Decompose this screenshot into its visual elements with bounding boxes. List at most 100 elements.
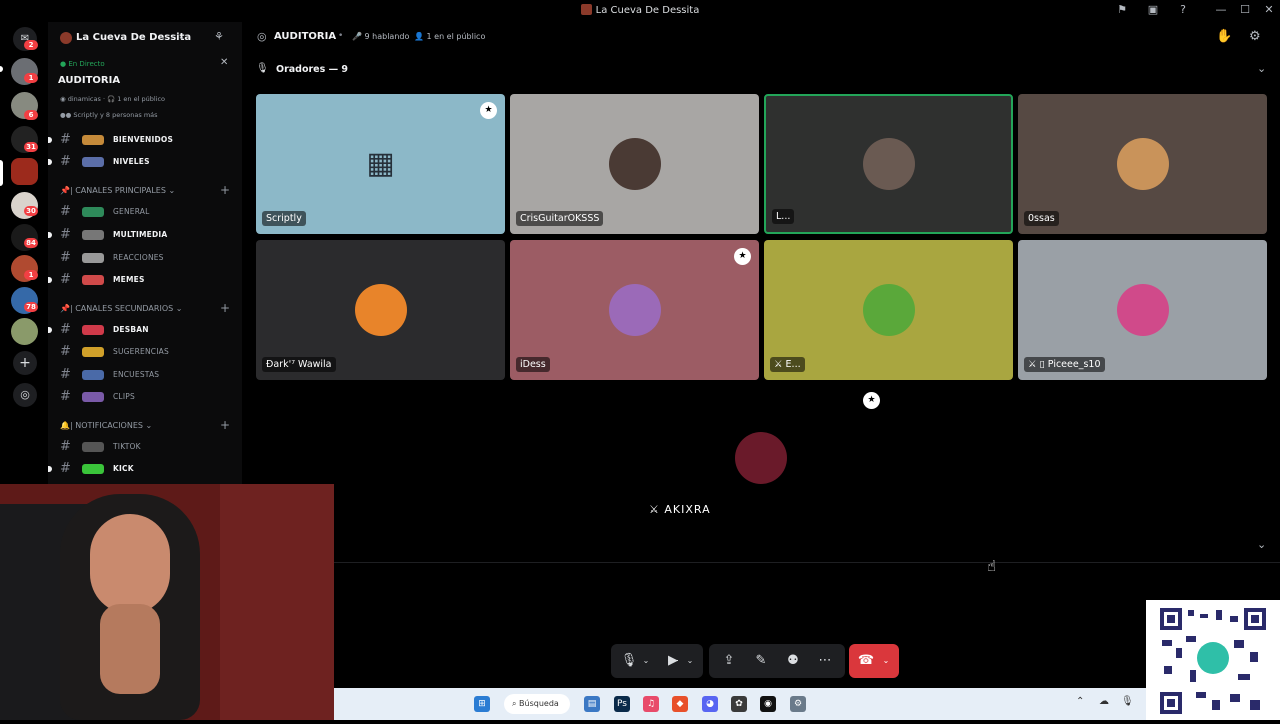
speaker-tile[interactable]: 0ssas (1018, 94, 1267, 234)
title-bar: La Cueva De Dessita ⚑ ▣ ? — ☐ ✕ (0, 0, 1280, 22)
move-to-audience-button[interactable]: ⚉ (783, 644, 803, 678)
microphone-button[interactable]: 🎙 (619, 644, 639, 678)
add-channel-icon[interactable]: + (220, 183, 230, 197)
more-options-button[interactable]: ⋯ (815, 644, 835, 678)
discord-icon[interactable]: ◕ (702, 696, 718, 712)
channel-emoji (82, 135, 104, 145)
hang-up-button[interactable]: ☎ (855, 644, 877, 678)
stage-name: AUDITORIA (274, 31, 337, 42)
collapse-speakers-icon[interactable]: ⌄ (1257, 62, 1266, 75)
channel-niveles[interactable]: # NIVELES (48, 153, 242, 171)
channel-memes[interactable]: # MEMES (48, 271, 242, 289)
window-title: La Cueva De Dessita (595, 5, 700, 16)
qr-code (1146, 600, 1280, 720)
speaker-tile[interactable]: Ɖark'⁷ Wawila (256, 240, 505, 380)
discover-icon[interactable]: ◎ (13, 383, 37, 407)
speaker-tile-speaking[interactable]: L... (764, 94, 1013, 234)
channel-encuestas[interactable]: # ENCUESTAS (48, 366, 242, 384)
cloud-icon[interactable]: ☁ (1099, 696, 1109, 707)
category-notificaciones[interactable]: 🔔| NOTIFICACIONES ⌄ (60, 421, 152, 430)
hash-icon: # (60, 367, 71, 382)
speaker-tile[interactable]: ★ ⚔ AKIXRA (637, 387, 885, 524)
live-stage-name[interactable]: AUDITORIA (58, 75, 120, 86)
speaker-avatar (1116, 138, 1169, 190)
speaker-avatar (354, 284, 407, 336)
notification-badge: 6 (24, 110, 38, 120)
speaking-count: 🎤 9 hablando (352, 32, 410, 41)
speaker-avatar (862, 138, 915, 190)
channel-kick[interactable]: # KICK (48, 460, 242, 478)
speaker-tile[interactable]: ▦ ★ Scriptly (256, 94, 505, 234)
invite-icon[interactable]: ⚘ (214, 30, 224, 43)
speaker-name: Ɖark'⁷ Wawila (262, 357, 336, 372)
wardrobe (220, 484, 334, 720)
activities-button[interactable]: ✎ (751, 644, 771, 678)
minimize-button[interactable]: — (1211, 2, 1231, 18)
brave-icon[interactable]: ◆ (672, 696, 688, 712)
speaker-tile[interactable]: ⚔ E... (764, 240, 1013, 380)
tray-chevron-icon[interactable]: ⌃ (1076, 696, 1084, 707)
channel-reacciones[interactable]: # REACCIONES (48, 249, 242, 267)
help-icon[interactable]: ? (1176, 3, 1190, 17)
music-icon[interactable]: ♫ (643, 696, 659, 712)
close-icon[interactable]: ✕ (220, 57, 228, 68)
speaker-name: CrisGuitarOKSSS (516, 211, 604, 226)
channel-bienvenidos[interactable]: # BIENVENIDOS (48, 131, 242, 149)
windows-start-icon[interactable]: ⊞ (474, 696, 490, 712)
stage-info-line: ◉ dinamicas · 🎧 1 en el público (60, 95, 166, 103)
chevron-down-icon[interactable]: ⌄ (178, 32, 185, 41)
speakers-header: Oradores — 9 (276, 64, 349, 75)
person-hand (100, 604, 160, 694)
tray-mic-icon[interactable]: 🎙 (1121, 696, 1134, 707)
camera-button[interactable]: ▶ (663, 644, 683, 678)
app-icon[interactable]: ✿ (731, 696, 747, 712)
unread-dot (48, 327, 52, 333)
emoji-icon: ⚔ (649, 503, 665, 516)
category-canales-principales[interactable]: 📌| CANALES PRINCIPALES ⌄ (60, 186, 175, 195)
server-name[interactable]: La Cueva De Dessita (76, 32, 191, 43)
channel-general[interactable]: # GENERAL (48, 203, 242, 221)
speaker-tile[interactable]: ★ iDess (510, 240, 759, 380)
stage-participants-line: ●● Scriptly y 8 personas más (60, 111, 158, 119)
speaker-tile[interactable]: ⚔ ▯ Piceee_s10 (1018, 240, 1267, 380)
speaker-name: 0ssas (1024, 211, 1059, 226)
add-server-icon[interactable]: + (13, 351, 37, 375)
unread-dot (48, 277, 52, 283)
speaker-avatar (735, 431, 787, 484)
taskbar-search[interactable]: ⌕ Búsqueda (504, 694, 570, 714)
channel-clips[interactable]: # CLIPS (48, 388, 242, 406)
raise-hand-icon[interactable]: ✋ (1216, 29, 1232, 44)
category-canales-secundarios[interactable]: 📌| CANALES SECUNDARIOS ⌄ (60, 304, 182, 313)
channel-emoji (82, 392, 104, 402)
channel-multimedia[interactable]: # MULTIMEDIA (48, 226, 242, 244)
settings-icon[interactable]: ⚙ (790, 696, 806, 712)
add-channel-icon[interactable]: + (220, 418, 230, 432)
channel-sugerencias[interactable]: # SUGERENCIAS (48, 343, 242, 361)
channel-desban[interactable]: # DESBAN (48, 321, 242, 339)
moderator-badge-icon: ★ (480, 102, 497, 119)
speaker-tile[interactable]: CrisGuitarOKSSS (510, 94, 759, 234)
leave-options[interactable]: ⌄ (879, 644, 893, 678)
collapse-audience-icon[interactable]: ⌄ (1257, 538, 1266, 551)
flag-icon[interactable]: ⚑ (1115, 3, 1129, 17)
channel-emoji (82, 253, 104, 263)
notification-badge: 78 (24, 302, 38, 312)
stage-settings-icon[interactable]: ⚙ (1249, 29, 1261, 44)
camera-options[interactable]: ⌄ (683, 644, 697, 678)
close-window-button[interactable]: ✕ (1259, 2, 1279, 18)
channel-emoji (82, 442, 104, 452)
channel-tiktok[interactable]: # TIKTOK (48, 438, 242, 456)
add-channel-icon[interactable]: + (220, 301, 230, 315)
obs-icon[interactable]: ◉ (760, 696, 776, 712)
hash-icon: # (60, 322, 71, 337)
maximize-button[interactable]: ☐ (1235, 2, 1255, 18)
server-icon-active[interactable] (11, 158, 38, 185)
photoshop-icon[interactable]: Ps (614, 696, 630, 712)
share-screen-button[interactable]: ⇪ (719, 644, 739, 678)
channel-sidebar: La Cueva De Dessita ⌄ ⚘ ● En Directo ✕ A… (48, 22, 242, 484)
inbox-icon[interactable]: ▣ (1146, 3, 1160, 17)
audience-count: 👤 1 en el público (414, 32, 486, 41)
file-explorer-icon[interactable]: ▤ (584, 696, 600, 712)
server-icon[interactable] (11, 318, 38, 345)
microphone-options[interactable]: ⌄ (639, 644, 653, 678)
